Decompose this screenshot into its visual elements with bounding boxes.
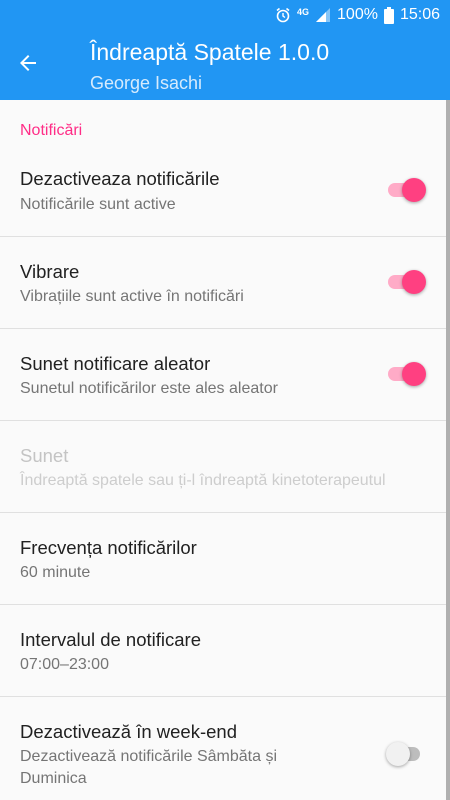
pref-summary: Vibrațiile sunt active în notificări [20, 288, 244, 305]
signal-icon [315, 7, 331, 23]
battery-icon [383, 6, 394, 24]
toggle-switch-disable-notifications[interactable] [386, 176, 428, 204]
back-button[interactable] [8, 45, 48, 85]
pref-title: Dezactivează în week-end [20, 721, 237, 742]
pref-title: Frecvența notificărilor [20, 537, 197, 558]
alarm-icon [275, 7, 291, 23]
toggle-switch-random-sound[interactable] [386, 360, 428, 388]
section-header-notifications: Notificări [20, 122, 83, 139]
pref-random-sound[interactable]: Sunet notificare aleator Sunetul notific… [0, 329, 446, 421]
pref-title: Sunet notificare aleator [20, 353, 211, 374]
app-bar: Îndreaptă Spatele 1.0.0 George Isachi [0, 30, 450, 100]
pref-title: Sunet [20, 445, 69, 466]
toggle-switch-disable-weekend[interactable] [386, 740, 428, 768]
settings-list: Notificări Dezactiveaza notificările Not… [0, 100, 450, 800]
scrollbar[interactable] [446, 100, 450, 800]
pref-summary: Sunetul notificărilor este ales aleator [20, 380, 278, 397]
pref-summary: 60 minute [20, 564, 91, 581]
pref-summary: 07:00–23:00 [20, 656, 109, 673]
pref-sound: Sunet Îndreaptă spatele sau ți-l îndreap… [0, 421, 446, 513]
toggle-switch-vibration[interactable] [386, 268, 428, 296]
network-type: 4G [297, 6, 310, 17]
pref-notification-interval[interactable]: Intervalul de notificare 07:00–23:00 [0, 605, 446, 697]
switch-thumb [386, 742, 410, 766]
pref-summary: Notificările sunt active [20, 196, 176, 213]
status-bar: 4G 100% 15:06 [0, 0, 450, 30]
pref-title: Intervalul de notificare [20, 629, 201, 650]
app-subtitle: George Isachi [90, 73, 203, 93]
switch-thumb [402, 270, 426, 294]
app-title: Îndreaptă Spatele 1.0.0 [90, 39, 330, 65]
pref-title: Dezactiveaza notificările [20, 168, 220, 189]
pref-disable-weekend[interactable]: Dezactivează în week-end Dezactivează no… [0, 697, 446, 800]
pref-summary: Dezactivează notificările Sâmbăta și Dum… [20, 748, 278, 787]
clock-time: 15:06 [399, 6, 440, 23]
pref-disable-notifications[interactable]: Dezactiveaza notificările Notificările s… [0, 148, 446, 237]
switch-thumb [402, 362, 426, 386]
arrow-back-icon [16, 51, 40, 80]
pref-title: Vibrare [20, 261, 80, 282]
switch-thumb [402, 178, 426, 202]
battery-level: 100% [337, 6, 378, 23]
pref-summary: Îndreaptă spatele sau ți-l îndreaptă kin… [20, 472, 386, 489]
pref-vibration[interactable]: Vibrare Vibrațiile sunt active în notifi… [0, 237, 446, 329]
pref-notification-frequency[interactable]: Frecvența notificărilor 60 minute [0, 513, 446, 605]
